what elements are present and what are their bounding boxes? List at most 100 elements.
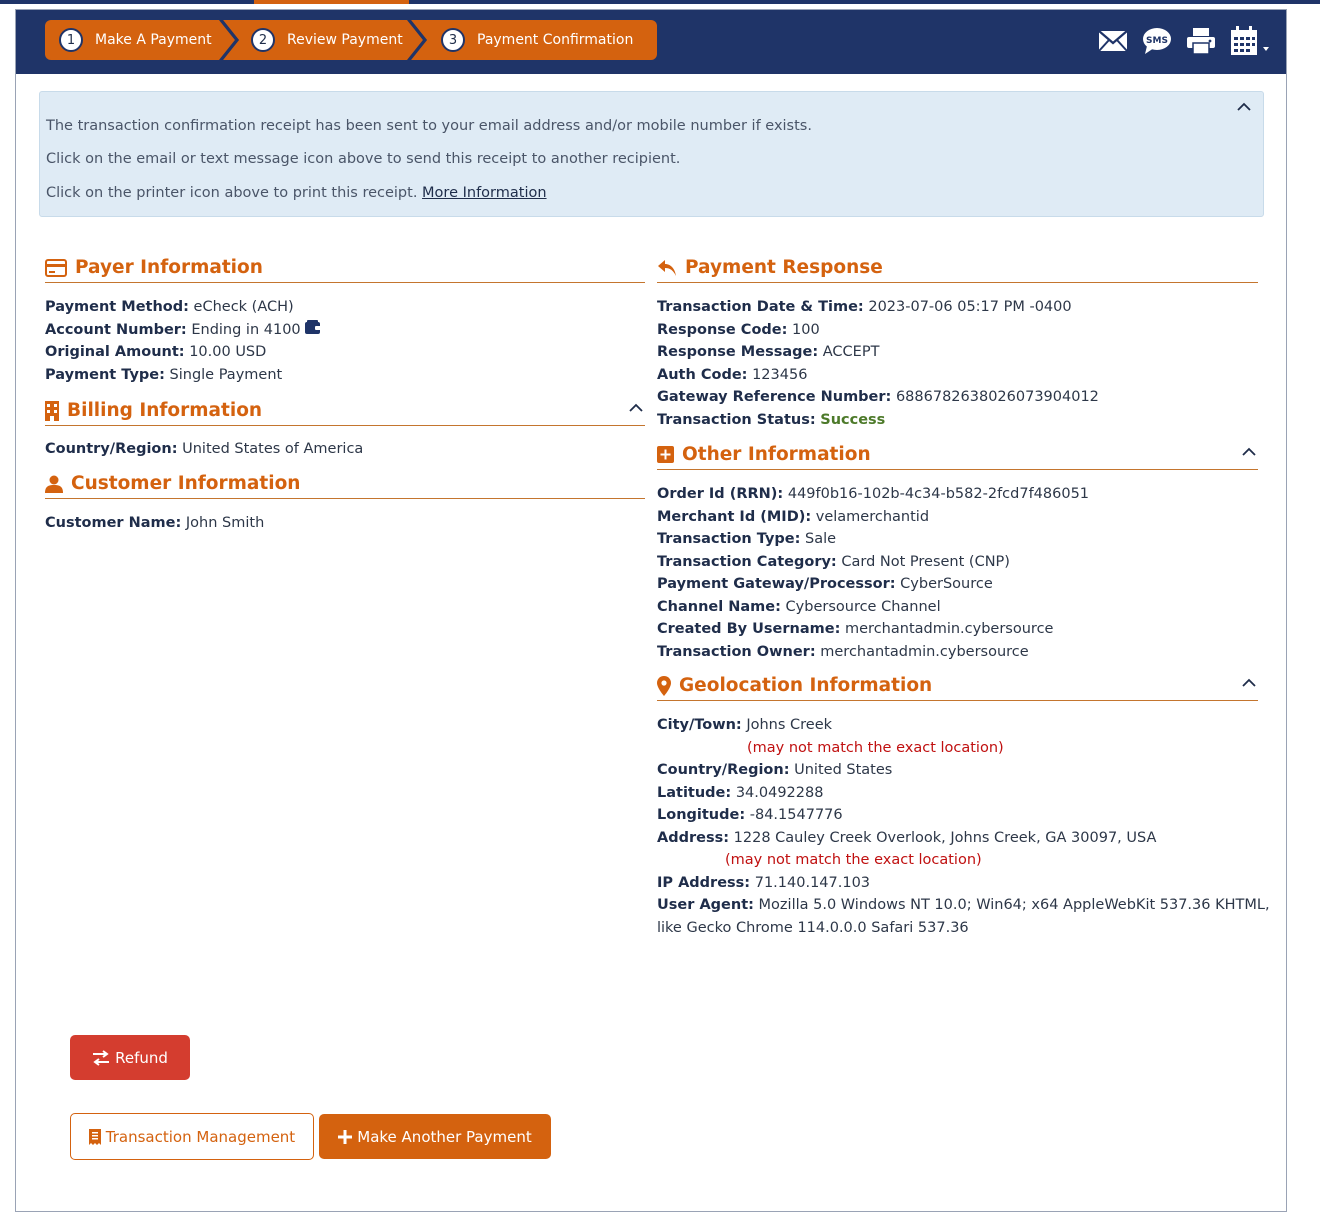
field-label: Response Code: — [657, 321, 788, 338]
field-value: Sale — [805, 531, 837, 547]
step-review-payment[interactable]: 2 Review Payment — [223, 20, 423, 60]
field-value: 6886782638026073904012 — [895, 389, 1099, 405]
plus-square-icon — [657, 446, 674, 463]
geo-row: IP Address: 71.140.147.103 — [657, 872, 1270, 895]
other-row: Created By Username: merchantadmin.cyber… — [657, 618, 1089, 641]
other-row: Merchant Id (MID): velamerchantid — [657, 506, 1089, 529]
header-bar: 1 Make A Payment 2 Review Payment 3 Paym… — [16, 10, 1286, 74]
notice-line-1: The transaction confirmation receipt has… — [46, 118, 812, 134]
field-label: Payment Method: — [45, 299, 189, 315]
field-value: United States — [794, 762, 893, 778]
top-progress-line — [0, 0, 1320, 4]
other-row: Transaction Category: Card Not Present (… — [657, 551, 1089, 574]
field-value: United States of America — [182, 441, 364, 457]
notice-line-3: Click on the printer icon above to print… — [46, 185, 547, 201]
other-information-title: Other Information — [682, 444, 871, 465]
payer-row: Payment Method: eCheck (ACH) — [45, 296, 321, 319]
customer-information-title: Customer Information — [71, 473, 301, 494]
step-payment-confirmation[interactable]: 3 Payment Confirmation — [411, 20, 657, 60]
make-another-payment-button[interactable]: Make Another Payment — [319, 1114, 551, 1159]
notice-line-2: Click on the email or text message icon … — [46, 151, 681, 167]
field-label: Auth Code: — [657, 366, 748, 383]
calendar-icon[interactable] — [1230, 26, 1272, 56]
chevron-up-icon[interactable] — [1242, 678, 1256, 688]
field-value: 123456 — [752, 366, 808, 383]
field-label: Payment Gateway/Processor: — [657, 576, 896, 592]
step-label: Payment Confirmation — [477, 32, 634, 48]
payer-information-heading: Payer Information — [45, 253, 645, 283]
payment-response-heading: Payment Response — [657, 253, 1258, 283]
wallet-icon — [305, 319, 322, 334]
field-value: merchantadmin.cybersource — [845, 621, 1054, 637]
field-label: Response Message: — [657, 344, 819, 360]
field-value: Single Payment — [169, 366, 283, 383]
top-progress-accent — [254, 0, 409, 4]
response-row: Transaction Date & Time: 2023-07-06 05:1… — [657, 296, 1099, 319]
other-information-heading: Other Information — [657, 440, 1258, 470]
sms-icon-text: SMS — [1146, 36, 1168, 46]
field-value: 449f0b16-102b-4c34-b582-2fcd7f486051 — [787, 486, 1090, 502]
field-label: Order Id (RRN): — [657, 486, 784, 502]
field-value: 71.140.147.103 — [754, 874, 871, 891]
other-row: Channel Name: Cybersource Channel — [657, 596, 1089, 619]
chevron-up-icon[interactable] — [1237, 102, 1251, 112]
receipt-frame: 1 Make A Payment 2 Review Payment 3 Paym… — [15, 9, 1287, 1212]
customer-information-rows: Customer Name: John Smith — [45, 512, 264, 535]
payer-row: Payment Type: Single Payment — [45, 364, 321, 387]
field-label: User Agent: — [657, 897, 754, 913]
response-row: Response Message: ACCEPT — [657, 341, 1099, 364]
field-label: Country/Region: — [45, 441, 178, 457]
payer-row: Original Amount: 10.00 USD — [45, 341, 321, 364]
payment-response-title: Payment Response — [685, 257, 883, 278]
field-label: Transaction Owner: — [657, 643, 816, 660]
field-value: Ending in 4100 — [191, 321, 301, 338]
chevron-up-icon[interactable] — [1242, 447, 1256, 457]
refund-button[interactable]: Refund — [70, 1035, 190, 1080]
customer-row: Customer Name: John Smith — [45, 512, 264, 535]
customer-information-heading: Customer Information — [45, 469, 645, 499]
geo-row: Longitude: -84.1547776 — [657, 804, 1270, 827]
field-label: Transaction Status: — [657, 411, 816, 428]
field-label: Created By Username: — [657, 621, 841, 637]
other-row: Transaction Owner: merchantadmin.cyberso… — [657, 641, 1089, 664]
chevron-up-icon[interactable] — [629, 403, 643, 413]
transaction-management-label: Transaction Management — [105, 1127, 296, 1146]
step-make-payment[interactable]: 1 Make A Payment — [45, 20, 235, 60]
printer-icon[interactable] — [1186, 27, 1216, 55]
field-value: 100 — [792, 321, 820, 338]
email-icon[interactable] — [1098, 30, 1128, 52]
field-value: John Smith — [185, 515, 265, 531]
geo-row: City/Town: Johns Creek — [657, 714, 1270, 737]
field-label: Channel Name: — [657, 598, 781, 615]
field-label: Transaction Type: — [657, 531, 801, 547]
field-label: Address: — [657, 829, 730, 846]
more-information-link[interactable]: More Information — [422, 185, 547, 201]
field-label: Latitude: — [657, 784, 732, 801]
billing-information-title: Billing Information — [67, 400, 263, 421]
field-value: 34.0492288 — [735, 784, 824, 801]
field-label: Payment Type: — [45, 366, 165, 383]
refund-button-label: Refund — [115, 1048, 168, 1067]
header-actions: SMS — [1098, 26, 1272, 56]
billing-row: Country/Region: United States of America — [45, 438, 363, 461]
field-value: Johns Creek — [746, 717, 833, 733]
field-label: Customer Name: — [45, 515, 182, 531]
step-number: 3 — [441, 28, 465, 52]
field-label: Merchant Id (MID): — [657, 508, 812, 525]
sms-icon[interactable]: SMS — [1142, 27, 1172, 55]
step-separator-1 — [219, 20, 239, 60]
billing-information-rows: Country/Region: United States of America — [45, 438, 363, 461]
geo-row-continued: like Gecko Chrome 114.0.0.0 Safari 537.3… — [657, 917, 1270, 940]
notice-line-3-text: Click on the printer icon above to print… — [46, 185, 418, 201]
step-separator-2 — [407, 20, 427, 60]
receipt-icon — [88, 1128, 101, 1145]
field-label: Transaction Date & Time: — [657, 299, 864, 315]
transaction-management-button[interactable]: Transaction Management — [70, 1113, 314, 1160]
other-information-rows: Order Id (RRN): 449f0b16-102b-4c34-b582-… — [657, 483, 1089, 663]
field-label: Transaction Category: — [657, 553, 837, 570]
reply-icon — [657, 259, 677, 277]
field-label: Original Amount: — [45, 344, 185, 360]
location-warning: (may not match the exact location) — [725, 852, 982, 868]
response-row: Transaction Status: Success — [657, 409, 1099, 432]
payment-response-rows: Transaction Date & Time: 2023-07-06 05:1… — [657, 296, 1099, 431]
